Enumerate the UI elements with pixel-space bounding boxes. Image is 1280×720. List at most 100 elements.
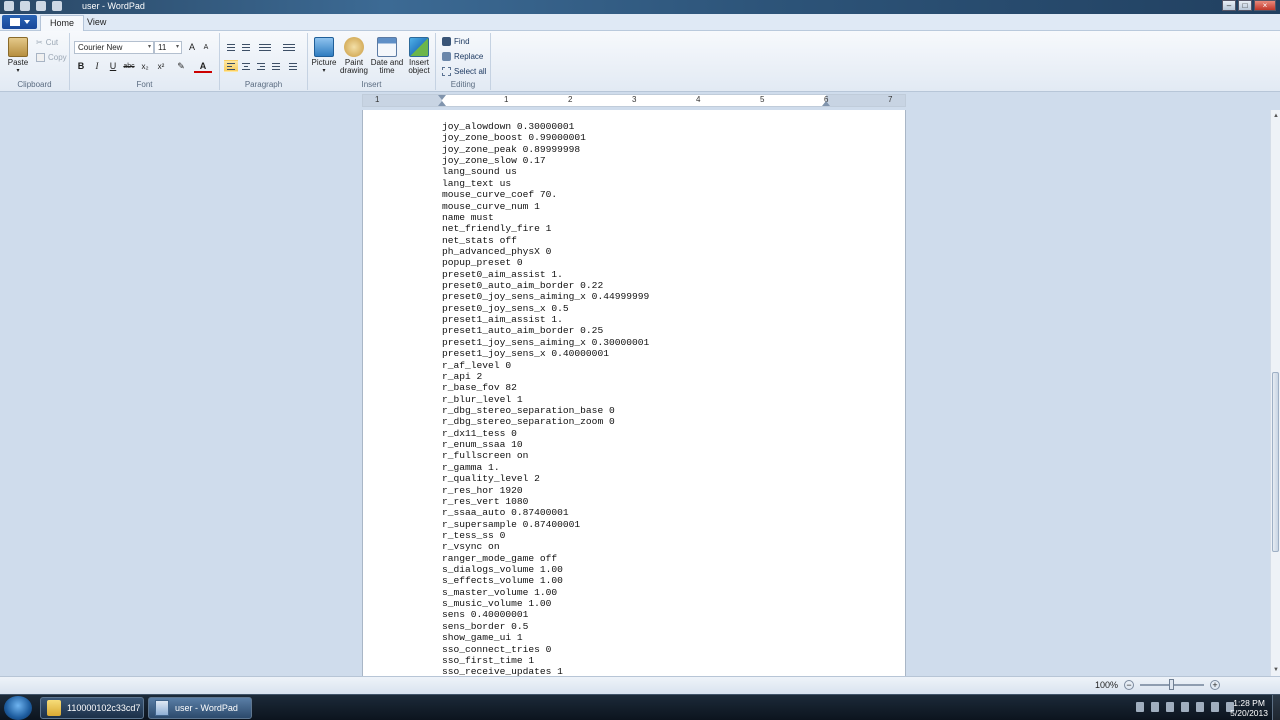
document-line[interactable]: s_dialogs_volume 1.00 — [442, 564, 649, 575]
document-line[interactable]: s_music_volume 1.00 — [442, 598, 649, 609]
scroll-up-arrow[interactable]: ▲ — [1273, 113, 1279, 119]
paint-drawing-button[interactable]: Paint drawing — [339, 37, 369, 75]
document-line[interactable]: preset1_aim_assist 1. — [442, 314, 649, 325]
align-left-button[interactable] — [224, 60, 238, 72]
document-line[interactable]: r_api 2 — [442, 371, 649, 382]
justify-button[interactable] — [269, 60, 283, 72]
zoom-out-button[interactable]: − — [1124, 680, 1134, 690]
taskbar-item-wordpad[interactable]: user - WordPad — [148, 697, 252, 719]
document-line[interactable]: joy_zone_slow 0.17 — [442, 155, 649, 166]
document-line[interactable]: preset1_joy_sens_x 0.40000001 — [442, 348, 649, 359]
find-button[interactable]: Find — [442, 37, 470, 46]
align-center-button[interactable] — [239, 60, 253, 72]
copy-button[interactable]: Copy — [36, 53, 67, 62]
document-line[interactable]: r_base_fov 82 — [442, 382, 649, 393]
grow-font-button[interactable]: A — [185, 41, 199, 54]
clock[interactable]: 1:28 PM 5/20/2013 — [1230, 698, 1268, 718]
document-line[interactable]: r_quality_level 2 — [442, 473, 649, 484]
steam-icon[interactable] — [1136, 702, 1144, 712]
font-color-button[interactable]: A — [194, 60, 212, 73]
paste-button[interactable]: Paste ▾ — [4, 37, 32, 75]
insert-object-button[interactable]: Insert object — [405, 37, 433, 75]
increase-indent-button[interactable] — [239, 41, 253, 53]
start-button[interactable] — [4, 696, 32, 720]
document-line[interactable]: r_gamma 1. — [442, 462, 649, 473]
document-line[interactable]: lang_sound us — [442, 166, 649, 177]
paragraph-dialog-button[interactable] — [286, 60, 300, 72]
document-line[interactable]: ranger_mode_game off — [442, 553, 649, 564]
date-time-button[interactable]: Date and time — [370, 37, 404, 75]
save-icon[interactable] — [20, 1, 30, 11]
underline-button[interactable]: U — [106, 60, 120, 73]
zoom-in-button[interactable]: + — [1210, 680, 1220, 690]
undo-icon[interactable] — [36, 1, 46, 11]
document-line[interactable]: r_vsync on — [442, 541, 649, 552]
font-family-select[interactable]: Courier New ▾ — [74, 41, 154, 54]
document-line[interactable]: preset0_joy_sens_aiming_x 0.44999999 — [442, 291, 649, 302]
document-line[interactable]: preset0_joy_sens_x 0.5 — [442, 303, 649, 314]
first-line-indent-marker[interactable] — [438, 95, 446, 100]
document-line[interactable]: r_blur_level 1 — [442, 394, 649, 405]
nvidia-icon[interactable] — [1166, 702, 1174, 712]
document-line[interactable]: joy_alowdown 0.30000001 — [442, 121, 649, 132]
show-desktop-button[interactable] — [1272, 695, 1280, 720]
document-line[interactable]: r_dbg_stereo_separation_base 0 — [442, 405, 649, 416]
left-indent-marker[interactable] — [438, 101, 446, 106]
document-line[interactable]: mouse_curve_num 1 — [442, 201, 649, 212]
document-line[interactable]: sso_receive_updates 1 — [442, 666, 649, 676]
document-line[interactable]: r_af_level 0 — [442, 360, 649, 371]
picture-button[interactable]: Picture ▾ — [311, 37, 337, 75]
document-line[interactable]: r_ssaa_auto 0.87400001 — [442, 507, 649, 518]
shrink-font-button[interactable]: A — [199, 41, 213, 54]
document-line[interactable]: net_stats off — [442, 235, 649, 246]
italic-button[interactable]: I — [90, 60, 104, 73]
decrease-indent-button[interactable] — [224, 41, 238, 53]
document-line[interactable]: joy_zone_peak 0.89999998 — [442, 144, 649, 155]
document-line[interactable]: preset1_auto_aim_border 0.25 — [442, 325, 649, 336]
document-line[interactable]: preset1_joy_sens_aiming_x 0.30000001 — [442, 337, 649, 348]
font-size-select[interactable]: 11 ▾ — [154, 41, 182, 54]
superscript-button[interactable]: x² — [154, 60, 168, 73]
document-line[interactable]: r_tess_ss 0 — [442, 530, 649, 541]
network-icon[interactable] — [1151, 702, 1159, 712]
document-line[interactable]: ph_advanced_physX 0 — [442, 246, 649, 257]
document-line[interactable]: r_res_hor 1920 — [442, 485, 649, 496]
subscript-button[interactable]: x₂ — [138, 60, 152, 73]
redo-icon[interactable] — [52, 1, 62, 11]
close-button[interactable]: × — [1254, 0, 1276, 11]
document-line[interactable]: s_effects_volume 1.00 — [442, 575, 649, 586]
document-line[interactable]: r_fullscreen on — [442, 450, 649, 461]
zoom-slider-thumb[interactable] — [1169, 679, 1174, 690]
replace-button[interactable]: Replace — [442, 52, 483, 61]
document-line[interactable]: preset0_aim_assist 1. — [442, 269, 649, 280]
document-line[interactable]: net_friendly_fire 1 — [442, 223, 649, 234]
document-line[interactable]: r_supersample 0.87400001 — [442, 519, 649, 530]
right-indent-marker[interactable] — [822, 101, 830, 106]
align-right-button[interactable] — [254, 60, 268, 72]
scrollbar-thumb[interactable] — [1272, 372, 1279, 552]
strikethrough-button[interactable]: abc — [122, 60, 136, 73]
flag-icon[interactable] — [1196, 702, 1204, 712]
scroll-down-arrow[interactable]: ▼ — [1273, 667, 1279, 673]
zoom-slider[interactable] — [1140, 679, 1204, 690]
document-line[interactable]: r_res_vert 1080 — [442, 496, 649, 507]
highlight-color-button[interactable]: ✎ — [172, 60, 190, 73]
document-text[interactable]: joy_alowdown 0.30000001 joy_zone_boost 0.… — [442, 121, 649, 676]
bold-button[interactable]: B — [74, 60, 88, 73]
document-line[interactable]: sso_connect_tries 0 — [442, 644, 649, 655]
document-line[interactable]: r_enum_ssaa 10 — [442, 439, 649, 450]
document-line[interactable]: preset0_auto_aim_border 0.22 — [442, 280, 649, 291]
monitor-icon[interactable] — [1211, 702, 1219, 712]
taskbar-item-folder[interactable]: 110000102c33cd7 — [40, 697, 144, 719]
document-line[interactable]: lang_text us — [442, 178, 649, 189]
document-line[interactable]: show_game_ui 1 — [442, 632, 649, 643]
vertical-scrollbar[interactable]: ▲ ▼ — [1270, 110, 1280, 676]
cut-button[interactable]: ✂ Cut — [36, 38, 58, 47]
document-page[interactable]: joy_alowdown 0.30000001 joy_zone_boost 0.… — [362, 110, 906, 676]
shield-icon[interactable] — [1181, 702, 1189, 712]
ruler[interactable]: 1 1 2 3 4 5 6 7 — [362, 94, 906, 107]
document-line[interactable]: sens 0.40000001 — [442, 609, 649, 620]
maximize-button[interactable]: □ — [1238, 0, 1252, 11]
application-menu-button[interactable] — [2, 15, 37, 29]
tab-view[interactable]: View — [78, 15, 115, 31]
